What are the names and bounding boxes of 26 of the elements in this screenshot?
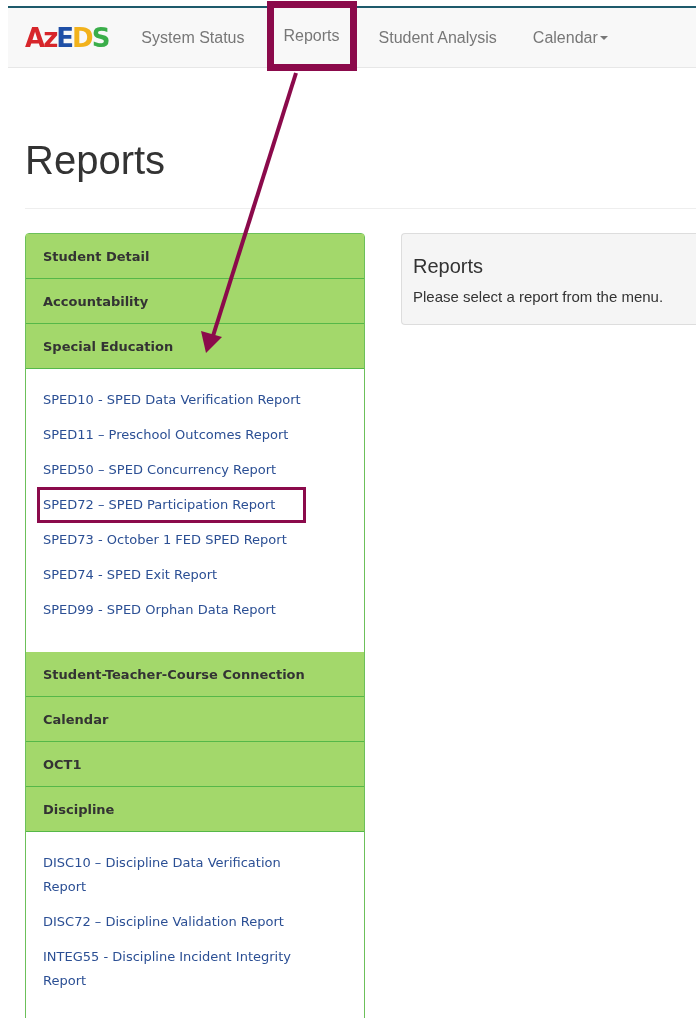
report-link[interactable]: SPED50 – SPED Concurrency Report: [43, 458, 277, 482]
page-title: Reports: [25, 137, 167, 184]
report-link[interactable]: SPED99 - SPED Orphan Data Report: [43, 598, 276, 622]
section-header[interactable]: Student Detail: [26, 234, 364, 279]
panel-message: Please select a report from the menu.: [413, 288, 665, 305]
section-header[interactable]: Accountability: [26, 279, 364, 324]
report-link[interactable]: DISC72 – Discipline Validation Report: [43, 910, 284, 934]
logo[interactable]: AzEDS: [25, 22, 109, 53]
report-link[interactable]: SPED10 - SPED Data Verification Report: [43, 388, 301, 412]
nav-link[interactable]: Calendar: [514, 7, 626, 68]
section-header[interactable]: OCT1: [26, 742, 364, 787]
caret-icon: [599, 35, 608, 40]
report-link[interactable]: SPED74 - SPED Exit Report: [43, 563, 218, 587]
section-header[interactable]: Special Education: [26, 324, 364, 369]
report-link[interactable]: SPED72 – SPED Participation Report: [37, 487, 307, 523]
panel-title: Reports: [413, 254, 485, 278]
section-header[interactable]: Discipline: [26, 787, 364, 832]
report-link[interactable]: DISC10 – Discipline Data Verification Report: [43, 851, 324, 899]
section-header[interactable]: Calendar: [26, 697, 364, 742]
report-link[interactable]: SPED11 – Preschool Outcomes Report: [43, 423, 289, 447]
nav-link[interactable]: Student Analysis: [360, 7, 515, 68]
report-link[interactable]: INTEG55 - Discipline Incident Integrity Report: [43, 945, 324, 993]
section-header[interactable]: Student-Teacher-Course Connection: [26, 652, 364, 697]
report-link[interactable]: SPED73 - October 1 FED SPED Report: [43, 528, 287, 552]
nav-link[interactable]: Reports: [266, 1, 357, 71]
nav-link[interactable]: System Status: [123, 7, 263, 68]
